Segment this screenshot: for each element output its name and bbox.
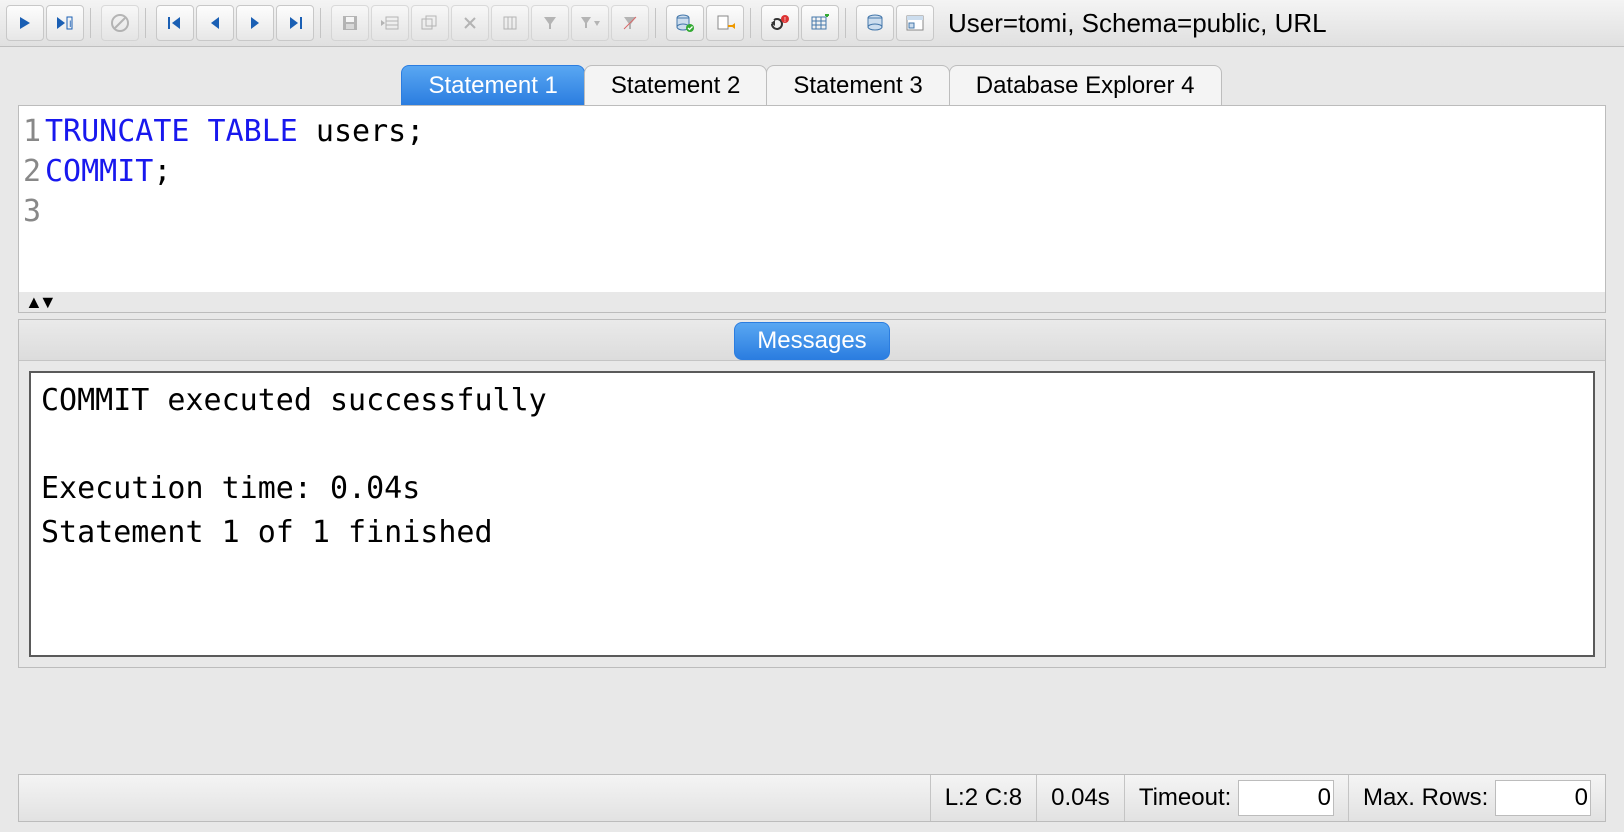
messages-tab-label: Messages <box>757 327 866 354</box>
cursor-position: L:2 C:8 <box>930 775 1036 821</box>
insert-row-button[interactable] <box>371 5 409 41</box>
prev-record-button[interactable] <box>196 5 234 41</box>
tab-label: Database Explorer 4 <box>976 72 1195 100</box>
svg-text:!: ! <box>784 17 786 24</box>
stop-button[interactable] <box>101 5 139 41</box>
commit-button[interactable] <box>666 5 704 41</box>
last-record-button[interactable] <box>276 5 314 41</box>
run-current-button[interactable]: I <box>46 5 84 41</box>
separator <box>90 8 95 38</box>
line-number: 1 <box>19 112 43 152</box>
tab-label: Statement 3 <box>793 72 922 100</box>
timeout-input[interactable] <box>1238 780 1334 816</box>
messages-tab[interactable]: Messages <box>734 322 889 360</box>
separator <box>145 8 150 38</box>
messages-output[interactable]: COMMIT executed successfully Execution t… <box>29 371 1595 657</box>
filter-button[interactable] <box>531 5 569 41</box>
delete-row-button[interactable] <box>451 5 489 41</box>
save-button[interactable] <box>331 5 369 41</box>
editor-line: 2COMMIT; <box>19 152 1605 192</box>
line-number: 3 <box>19 192 43 232</box>
messages-tab-bar: Messages <box>19 320 1605 361</box>
status-bar: L:2 C:8 0.04s Timeout: Max. Rows: <box>18 774 1606 822</box>
editor-panel: 1TRUNCATE TABLE users;2COMMIT;3 ▲▼ <box>18 105 1606 313</box>
split-handle[interactable]: ▲▼ <box>19 292 1605 312</box>
tab-area: Statement 1 Statement 2 Statement 3 Data… <box>0 47 1624 668</box>
filter-dropdown-button[interactable] <box>571 5 609 41</box>
rollback-button[interactable] <box>706 5 744 41</box>
editor-line: 3 <box>19 192 1605 232</box>
timeout-cell: Timeout: <box>1124 775 1348 821</box>
filter-reset-button[interactable] <box>611 5 649 41</box>
tab-statement-1[interactable]: Statement 1 <box>401 65 584 105</box>
toolbar: I ! User=tomi, Schema=public, URL <box>0 0 1624 47</box>
maxrows-label: Max. Rows: <box>1363 784 1488 812</box>
timeout-label: Timeout: <box>1139 784 1231 812</box>
sql-editor[interactable]: 1TRUNCATE TABLE users;2COMMIT;3 <box>19 106 1605 292</box>
tab-strip: Statement 1 Statement 2 Statement 3 Data… <box>0 65 1624 105</box>
separator <box>320 8 325 38</box>
line-number: 2 <box>19 152 43 192</box>
tab-label: Statement 2 <box>611 72 740 100</box>
tab-database-explorer-4[interactable]: Database Explorer 4 <box>949 65 1222 105</box>
db-explorer-button[interactable] <box>896 5 934 41</box>
line-code[interactable]: COMMIT; <box>43 152 1605 192</box>
first-record-button[interactable] <box>156 5 194 41</box>
messages-panel: Messages COMMIT executed successfully Ex… <box>18 319 1606 668</box>
exec-time: 0.04s <box>1036 775 1124 821</box>
connection-info: User=tomi, Schema=public, URL <box>948 8 1327 39</box>
svg-text:I: I <box>69 19 72 29</box>
line-code[interactable]: TRUNCATE TABLE users; <box>43 112 1605 152</box>
run-button[interactable] <box>6 5 44 41</box>
append-results-button[interactable] <box>801 5 839 41</box>
tab-statement-3[interactable]: Statement 3 <box>766 65 949 105</box>
separator <box>750 8 755 38</box>
editor-line: 1TRUNCATE TABLE users; <box>19 112 1605 152</box>
maxrows-input[interactable] <box>1495 780 1591 816</box>
next-record-button[interactable] <box>236 5 274 41</box>
select-columns-button[interactable] <box>491 5 529 41</box>
tab-statement-2[interactable]: Statement 2 <box>584 65 767 105</box>
db-objects-button[interactable] <box>856 5 894 41</box>
autocommit-toggle-button[interactable]: ! <box>761 5 799 41</box>
copy-row-button[interactable] <box>411 5 449 41</box>
line-code[interactable] <box>43 192 1605 232</box>
tab-label: Statement 1 <box>428 72 557 100</box>
maxrows-cell: Max. Rows: <box>1348 775 1605 821</box>
separator <box>845 8 850 38</box>
separator <box>655 8 660 38</box>
